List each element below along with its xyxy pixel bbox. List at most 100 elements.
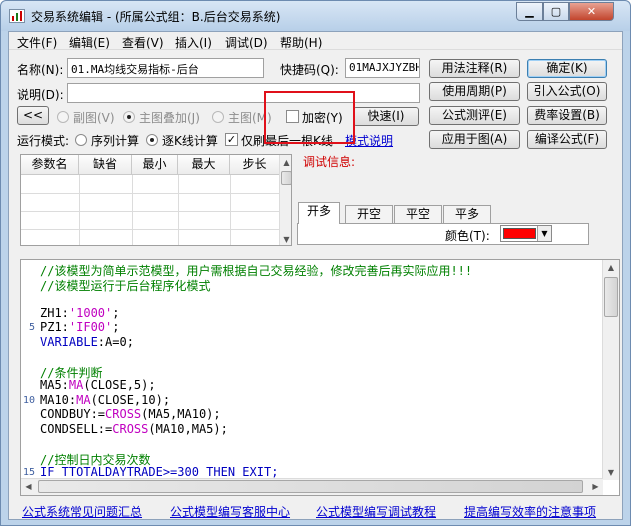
scroll-up-arrow-icon[interactable]: ▲ — [280, 155, 291, 170]
faq-link[interactable]: 公式系统常见问题汇总 — [22, 503, 142, 520]
code-line[interactable]: PZ1:'IF00'; — [40, 320, 120, 334]
code-token: ZH1: — [40, 305, 69, 320]
main-overlay-radio[interactable] — [123, 111, 135, 123]
minimize-icon: ▁ — [525, 5, 534, 18]
editor-window: 交易系统编辑 - (所属公式组：B.后台交易系统) ▁ ▢ ✕ 文件(F) 编辑… — [0, 0, 631, 526]
code-token: ; — [112, 320, 120, 334]
code-line[interactable]: IF TTOTALDAYTRADE>=300 THEN EXIT; — [40, 465, 278, 479]
scroll-thumb[interactable] — [604, 277, 618, 317]
code-line[interactable]: ZH1:'1000'; — [40, 306, 120, 320]
mode-help-link[interactable]: 模式说明 — [345, 132, 393, 149]
formula-test-button[interactable]: 公式测评(E) — [429, 106, 520, 125]
code-line[interactable]: //该模型运行于后台程序化模式 — [40, 277, 210, 294]
collapse-button[interactable]: << — [17, 106, 49, 125]
tab-close-short[interactable]: 平空 — [394, 205, 442, 223]
maximize-button[interactable]: ▢ — [543, 2, 569, 21]
scroll-up-arrow-icon[interactable]: ▲ — [603, 260, 619, 275]
code-token: (MA5,MA10); — [141, 407, 221, 421]
quick-button[interactable]: 快速(I) — [353, 107, 419, 126]
menu-bar: 文件(F) 编辑(E) 查看(V) 插入(I) 调试(D) 帮助(H) — [9, 32, 622, 50]
run-mode-label: 运行模式: — [17, 134, 70, 148]
last-bar-only-checkbox[interactable]: ✓ — [225, 133, 238, 146]
encrypt-checkbox[interactable] — [286, 110, 299, 123]
close-icon: ✕ — [586, 5, 597, 18]
code-token: (CLOSE,5); — [83, 378, 156, 392]
support-center-link[interactable]: 公式模型编写客服中心 — [170, 503, 290, 520]
tick-by-tick-radio[interactable] — [146, 134, 158, 146]
title-bar[interactable]: 交易系统编辑 - (所属公式组：B.后台交易系统) ▁ ▢ ✕ — [1, 1, 630, 31]
menu-file[interactable]: 文件(F) — [17, 34, 57, 51]
code-token: (CLOSE,10); — [90, 392, 171, 407]
column-header-max[interactable]: 最大 — [178, 155, 230, 175]
column-header-min[interactable]: 最小 — [132, 155, 178, 175]
scroll-thumb[interactable] — [281, 171, 291, 185]
editor-vertical-scrollbar[interactable]: ▲ ▼ — [602, 260, 619, 480]
maximize-icon: ▢ — [550, 5, 562, 18]
efficiency-tips-link[interactable]: 提高编写效率的注意事项 — [464, 503, 596, 520]
sub-chart-radio[interactable] — [57, 111, 69, 123]
name-field[interactable]: 01.MA均线交易指标-后台 — [67, 58, 264, 78]
shortcut-label: 快捷码(Q): — [280, 63, 339, 77]
usage-note-button[interactable]: 用法注释(R) — [429, 59, 520, 78]
editor-horizontal-scrollbar[interactable]: ◀ ▶ — [21, 478, 603, 495]
code-token: MA5: — [40, 378, 69, 392]
table-row — [21, 193, 279, 194]
window-title: 交易系统编辑 - (所属公式组：B.后台交易系统) — [31, 10, 281, 24]
use-period-button[interactable]: 使用周期(P) — [429, 82, 520, 101]
scroll-down-arrow-icon[interactable]: ▼ — [603, 465, 619, 480]
code-token: MA — [68, 378, 84, 392]
main-chart-label: 主图(M) — [228, 111, 272, 125]
fee-settings-button[interactable]: 费率设置(B) — [527, 106, 607, 125]
debug-tutorial-link[interactable]: 公式模型编写调试教程 — [316, 503, 436, 520]
code-line[interactable]: MA10:MA(CLOSE,10); — [40, 393, 170, 407]
code-token: IF TTOTALDAYTRADE>=300 THEN EXIT; — [40, 465, 279, 479]
import-formula-button[interactable]: 引入公式(O) — [527, 82, 607, 101]
compile-button[interactable]: 编译公式(F) — [527, 130, 607, 149]
scroll-right-arrow-icon[interactable]: ▶ — [588, 479, 603, 494]
parameter-table[interactable]: 参数名 缺省 最小 最大 步长 ▲ ▼ — [20, 154, 292, 246]
description-field[interactable] — [67, 83, 420, 103]
code-token: 'IF00' — [68, 320, 113, 334]
tab-close-long[interactable]: 平多 — [443, 205, 491, 223]
sequential-radio[interactable] — [75, 134, 87, 146]
parameter-table-scrollbar[interactable]: ▲ ▼ — [279, 155, 291, 245]
scroll-left-arrow-icon[interactable]: ◀ — [21, 479, 36, 494]
column-header-param-name[interactable]: 参数名 — [21, 155, 79, 175]
grid-line — [79, 175, 80, 245]
tab-open-long[interactable]: 开多 — [298, 202, 340, 224]
chart-icon — [9, 9, 25, 23]
code-line[interactable]: MA5:MA(CLOSE,5); — [40, 378, 156, 392]
menu-insert[interactable]: 插入(I) — [175, 34, 212, 51]
menu-edit[interactable]: 编辑(E) — [69, 34, 110, 51]
code-token: //该模型运行于后台程序化模式 — [40, 278, 211, 293]
scroll-down-arrow-icon[interactable]: ▼ — [280, 232, 291, 245]
code-token: '1000' — [68, 305, 113, 320]
tick-by-tick-label: 逐K线计算 — [162, 134, 218, 148]
column-header-default[interactable]: 缺省 — [79, 155, 132, 175]
apply-to-chart-button[interactable]: 应用于图(A) — [429, 130, 520, 149]
scroll-thumb[interactable] — [38, 480, 583, 493]
color-dropdown[interactable]: ▼ — [500, 225, 552, 242]
line-number: 10 — [22, 394, 35, 406]
main-chart-radio[interactable] — [212, 111, 224, 123]
menu-debug[interactable]: 调试(D) — [225, 34, 268, 51]
grid-line — [132, 175, 133, 245]
tab-open-short[interactable]: 开空 — [345, 205, 393, 223]
code-line[interactable]: CONDSELL:=CROSS(MA10,MA5); — [40, 422, 228, 436]
chevron-down-icon[interactable]: ▼ — [537, 226, 551, 241]
close-button[interactable]: ✕ — [569, 2, 614, 21]
minimize-button[interactable]: ▁ — [516, 2, 543, 21]
code-token: CROSS — [112, 421, 149, 436]
menu-view[interactable]: 查看(V) — [122, 34, 164, 51]
code-token: MA — [76, 392, 91, 407]
main-overlay-label: 主图叠加(J) — [139, 111, 200, 125]
menu-help[interactable]: 帮助(H) — [280, 34, 322, 51]
code-line[interactable]: VARIABLE:A=0; — [40, 335, 134, 349]
last-bar-only-label: 仅刷最后一根K线 — [241, 134, 333, 148]
code-editor[interactable]: //该模型为简单示范模型，用户需根据自己交易经验，修改完善后再实际应用!!!//… — [20, 259, 620, 496]
code-token: (MA10,MA5); — [148, 421, 228, 436]
shortcut-field[interactable]: 01MAJXJYZBHT — [345, 58, 420, 78]
code-line[interactable]: CONDBUY:=CROSS(MA5,MA10); — [40, 407, 221, 421]
ok-button[interactable]: 确定(K) — [527, 59, 607, 78]
column-header-step[interactable]: 步长 — [230, 155, 280, 175]
